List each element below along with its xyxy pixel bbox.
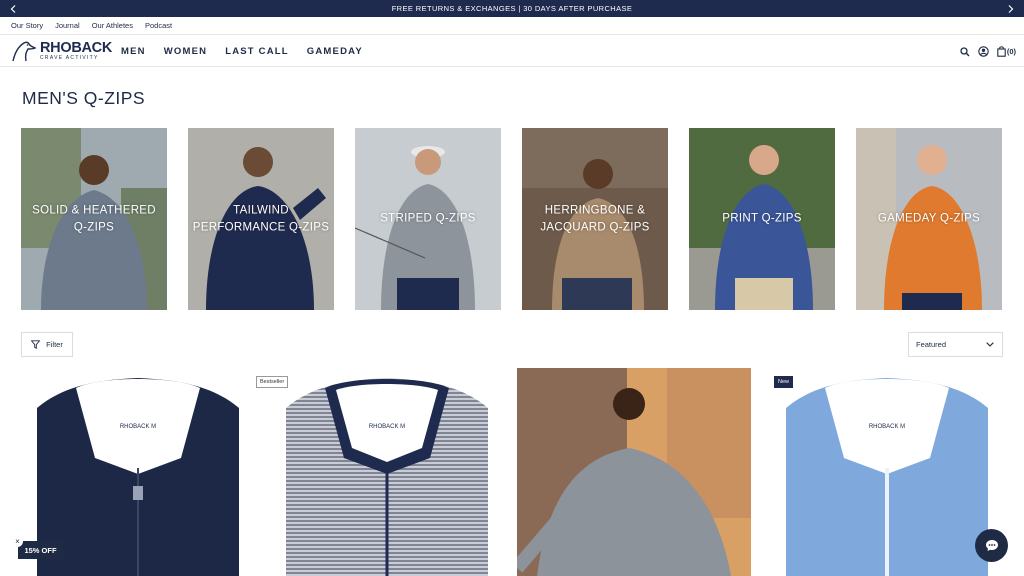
discount-button[interactable]: 15% OFF [18, 541, 63, 559]
chevron-left-icon [10, 4, 16, 13]
header-icons: (0) [960, 35, 1016, 68]
announcement-bar: FREE RETURNS & EXCHANGES | 30 DAYS AFTER… [0, 0, 1024, 17]
logo-brand: RHOBACK [40, 39, 113, 56]
main-nav: RHOBACK CRAVE ACTIVITY MEN WOMEN LAST CA… [0, 34, 1024, 67]
category-label: PRINT Q-ZIPS [722, 212, 802, 225]
product-image: RHOBACK M [770, 368, 1004, 576]
chat-icon [985, 540, 998, 551]
bestseller-badge: Bestseller [256, 376, 289, 388]
logo[interactable]: RHOBACK CRAVE ACTIVITY [11, 40, 112, 62]
utility-link-journal[interactable]: Journal [55, 21, 80, 30]
category-tile-tailwind-performance[interactable]: TAILWIND PERFORMANCE Q-ZIPS [188, 128, 334, 310]
filter-label: Filter [46, 340, 63, 349]
utility-link-podcast[interactable]: Podcast [145, 21, 172, 30]
sort-value: Featured [916, 340, 947, 349]
chat-button[interactable] [975, 529, 1008, 562]
new-badge: New [774, 376, 794, 388]
cart-count: (0) [1006, 47, 1016, 56]
category-tile-solid-heathered[interactable]: SOLID & HEATHERED Q-ZIPS [21, 128, 167, 310]
filter-button[interactable]: Filter [21, 332, 73, 357]
nav-item-gameday[interactable]: GAMEDAY [307, 46, 363, 57]
collar-label: RHOBACK M [120, 424, 156, 430]
category-label: TAILWIND PERFORMANCE Q-ZIPS [192, 204, 330, 233]
filter-icon [31, 340, 41, 349]
page-title: MEN'S Q-ZIPS [22, 88, 146, 108]
category-tile-striped[interactable]: STRIPED Q-ZIPS [355, 128, 501, 310]
announcement-prev-button[interactable] [3, 0, 23, 17]
category-label: SOLID & HEATHERED Q-ZIPS [32, 204, 156, 233]
announcement-text: FREE RETURNS & EXCHANGES | 30 DAYS AFTER… [391, 4, 633, 13]
nav-item-men[interactable]: MEN [121, 46, 146, 57]
announcement-next-button[interactable] [1001, 0, 1021, 17]
category-label: STRIPED Q-ZIPS [380, 212, 476, 225]
nav-item-last-call[interactable]: LAST CALL [225, 46, 289, 57]
product-card[interactable] [517, 368, 751, 576]
category-tiles: SOLID & HEATHERED Q-ZIPS TAILWIND PERFOR… [21, 128, 1004, 310]
primary-nav: MEN WOMEN LAST CALL GAMEDAY [121, 35, 381, 68]
category-label: HERRINGBONE & JACQUARD Q-ZIPS [540, 204, 650, 233]
logo-tagline: CRAVE ACTIVITY [40, 55, 99, 62]
category-tile-herringbone-jacquard[interactable]: HERRINGBONE & JACQUARD Q-ZIPS [522, 128, 668, 310]
account-icon [978, 46, 989, 57]
discount-close-button[interactable]: × [12, 536, 23, 547]
category-label: GAMEDAY Q-ZIPS [877, 212, 981, 225]
product-card[interactable]: RHOBACK M [770, 368, 1004, 576]
product-image [517, 368, 751, 576]
account-button[interactable] [978, 46, 989, 57]
utility-nav: Our Story Journal Our Athletes Podcast [0, 17, 1024, 34]
chevron-down-icon [986, 342, 994, 347]
sort-select[interactable]: Featured [908, 332, 1003, 357]
utility-link-our-athletes[interactable]: Our Athletes [92, 21, 133, 30]
product-image: RHOBACK M [270, 368, 504, 576]
utility-link-our-story[interactable]: Our Story [11, 21, 43, 30]
collar-label: RHOBACK M [869, 424, 905, 430]
search-icon [960, 46, 970, 56]
cart-button[interactable]: (0) [997, 46, 1016, 57]
chevron-right-icon [1008, 4, 1014, 13]
search-button[interactable] [960, 46, 970, 57]
cart-icon [997, 46, 1006, 57]
dog-logo-icon [12, 41, 37, 62]
product-grid: RHOBACK M RHOBACK M RHOBACK M [21, 368, 1004, 576]
product-card[interactable]: RHOBACK M [270, 368, 504, 576]
nav-item-women[interactable]: WOMEN [164, 46, 207, 57]
category-tile-gameday[interactable]: GAMEDAY Q-ZIPS [856, 128, 1002, 310]
collar-label: RHOBACK M [369, 424, 405, 430]
category-tile-print[interactable]: PRINT Q-ZIPS [689, 128, 835, 310]
